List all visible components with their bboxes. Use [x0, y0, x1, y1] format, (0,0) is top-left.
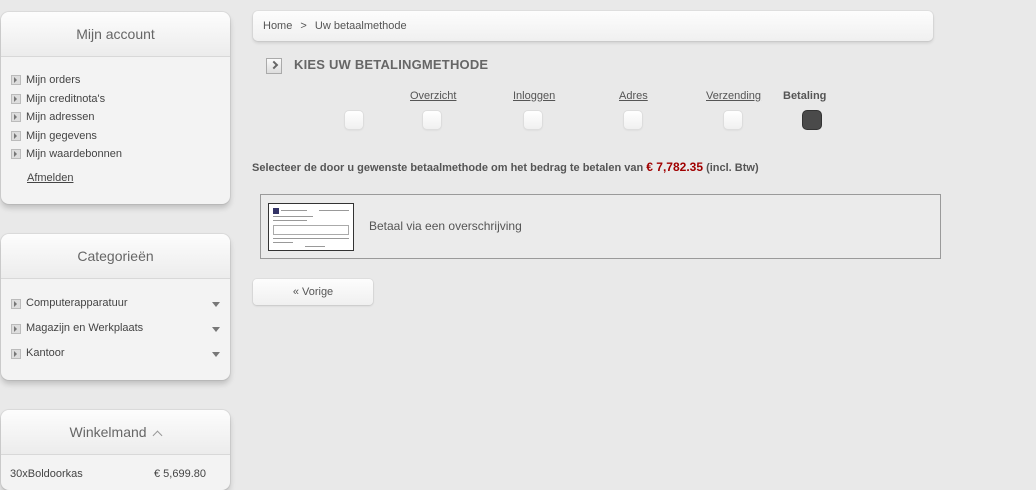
categories-title: Categorieën — [1, 234, 230, 279]
chevron-right-icon — [11, 130, 21, 141]
step-overzicht[interactable]: Overzicht — [410, 90, 456, 102]
account-box: Mijn account Mijn orders Mijn creditnota… — [1, 12, 230, 204]
expand-arrow-icon[interactable] — [212, 302, 220, 307]
cart-item-price: € 5,699.80 — [154, 468, 206, 480]
order-total: € 7,782.35 — [646, 160, 703, 174]
collapse-icon[interactable] — [153, 430, 163, 441]
step-box-start — [345, 111, 363, 129]
category-warehouse[interactable]: Magazijn en Werkplaats — [1, 316, 230, 341]
step-adres[interactable]: Adres — [619, 90, 648, 102]
chevron-right-icon — [11, 112, 21, 123]
account-link-creditnotes[interactable]: Mijn creditnota's — [11, 90, 230, 109]
cart-title: Winkelmand — [1, 410, 230, 455]
cart-item-name: 30xBoldoorkas — [10, 468, 83, 480]
chevron-right-icon — [11, 93, 21, 104]
step-inloggen[interactable]: Inloggen — [513, 90, 555, 102]
account-title: Mijn account — [1, 12, 230, 57]
chevron-right-icon — [11, 298, 21, 309]
account-link-addresses[interactable]: Mijn adressen — [11, 108, 230, 127]
cart-item: 30xBoldoorkas € 5,699.80 — [10, 468, 220, 480]
categories-menu: Computerapparatuur Magazijn en Werkplaat… — [1, 279, 230, 366]
expand-arrow-icon[interactable] — [212, 352, 220, 357]
payment-instruction: Selecteer de door u gewenste betaalmetho… — [252, 160, 759, 174]
step-box-betaling — [803, 111, 821, 129]
account-link-details[interactable]: Mijn gegevens — [11, 127, 230, 146]
chevron-right-icon — [11, 323, 21, 334]
chevron-right-icon — [11, 149, 21, 160]
account-menu: Mijn orders Mijn creditnota's Mijn adres… — [1, 57, 230, 184]
chevron-right-icon — [11, 75, 21, 86]
payment-option-label[interactable]: Betaal via een overschrijving — [369, 219, 522, 233]
step-box-inloggen — [524, 111, 542, 129]
categories-box: Categorieën Computerapparatuur Magazijn … — [1, 234, 230, 380]
breadcrumb-current: Uw betaalmethode — [314, 20, 407, 32]
category-office[interactable]: Kantoor — [1, 341, 230, 366]
title-arrow-icon — [266, 58, 282, 74]
expand-arrow-icon[interactable] — [212, 327, 220, 332]
account-link-vouchers[interactable]: Mijn waardebonnen — [11, 145, 230, 164]
breadcrumb-separator: > — [300, 20, 307, 32]
previous-button[interactable]: « Vorige — [253, 279, 373, 305]
step-verzending[interactable]: Verzending — [706, 90, 761, 102]
logout-link[interactable]: Afmelden — [27, 172, 230, 184]
step-box-overzicht — [423, 111, 441, 129]
breadcrumb: Home > Uw betaalmethode — [253, 11, 933, 41]
payment-option-transfer[interactable]: Betaal via een overschrijving — [260, 194, 941, 259]
chevron-right-icon — [11, 348, 21, 359]
category-computer[interactable]: Computerapparatuur — [1, 291, 230, 316]
account-link-orders[interactable]: Mijn orders — [11, 71, 230, 90]
step-box-verzending — [724, 111, 742, 129]
step-betaling: Betaling — [783, 90, 827, 102]
bank-transfer-form-image — [268, 203, 354, 251]
breadcrumb-home[interactable]: Home — [263, 20, 292, 32]
page-title: KIES UW BETALINGMETHODE — [294, 57, 489, 72]
step-box-adres — [624, 111, 642, 129]
